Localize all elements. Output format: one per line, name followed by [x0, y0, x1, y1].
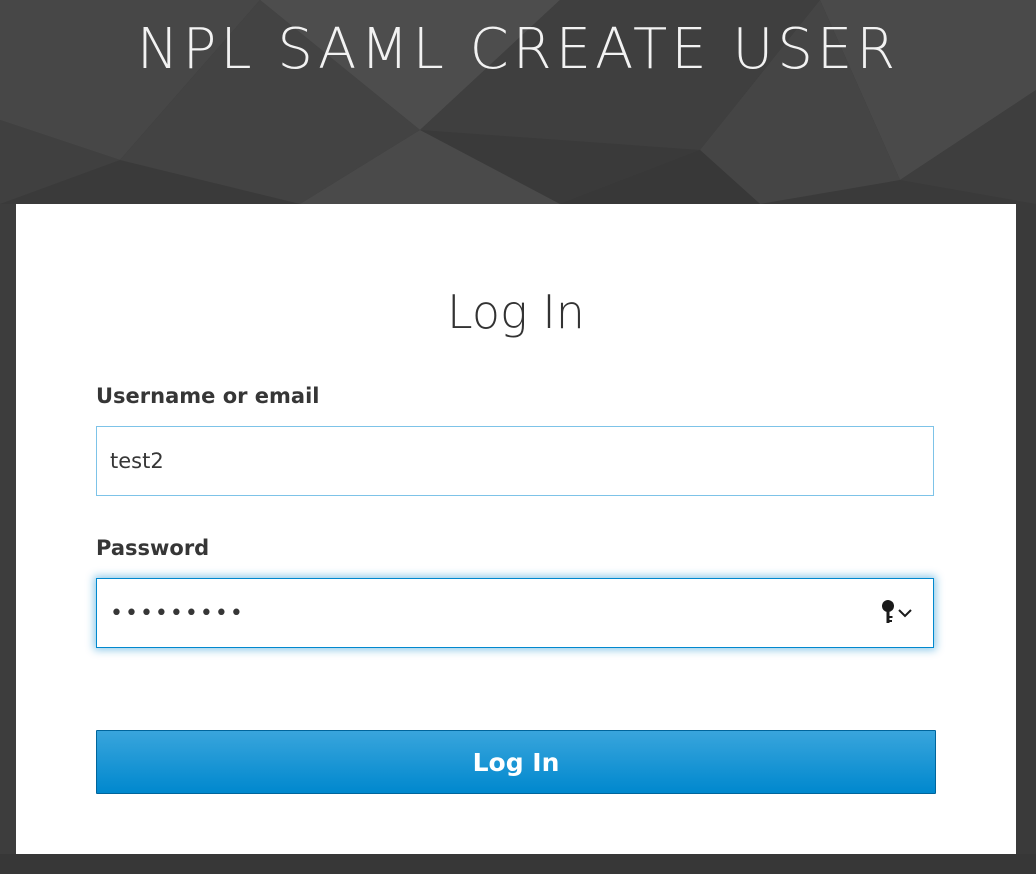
page-title: Log In	[447, 285, 585, 339]
chevron-down-icon	[896, 605, 914, 624]
username-field[interactable]	[96, 426, 934, 496]
realm-title: NPL SAML CREATE USER	[136, 17, 900, 82]
login-card: Log In Username or email Password Log In	[16, 204, 1016, 854]
username-label: Username or email	[96, 384, 320, 408]
password-label: Password	[96, 536, 210, 560]
key-icon	[880, 599, 896, 629]
login-button[interactable]: Log In	[96, 730, 936, 794]
password-field[interactable]	[96, 578, 934, 648]
password-manager-button[interactable]	[880, 600, 924, 628]
